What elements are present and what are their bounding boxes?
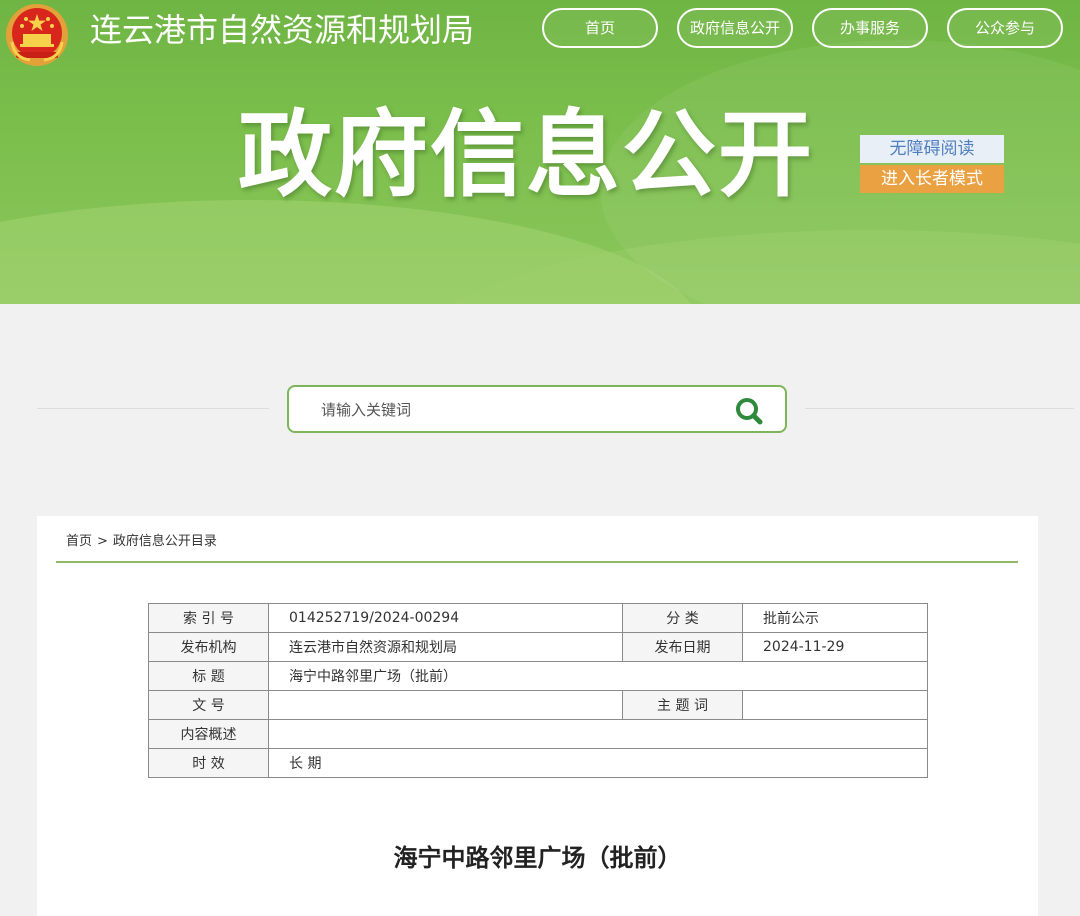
index-number-label: 索 引 号: [148, 603, 269, 633]
title-label: 标 题: [148, 661, 269, 691]
category-label: 分 类: [622, 603, 743, 633]
keywords-value: [742, 690, 928, 720]
site-name: 连云港市自然资源和规划局: [90, 11, 475, 49]
summary-label: 内容概述: [148, 719, 269, 749]
search-section: [2, 304, 1074, 514]
search-box: [287, 385, 787, 433]
document-number-label: 文 号: [148, 690, 269, 720]
publisher-label: 发布机构: [148, 632, 269, 662]
publish-date-value: 2024-11-29: [742, 632, 928, 662]
divider: [56, 561, 1018, 563]
publisher-value: 连云港市自然资源和规划局: [268, 632, 623, 662]
national-emblem-icon: [6, 4, 68, 66]
publish-date-label: 发布日期: [622, 632, 743, 662]
table-row: 时 效 长 期: [148, 748, 928, 778]
breadcrumb-home-link[interactable]: 首页: [66, 534, 92, 549]
nav-gov-info-button[interactable]: 政府信息公开: [677, 8, 793, 48]
metadata-table: 索 引 号 014252719/2024-00294 分 类 批前公示 发布机构…: [148, 603, 928, 778]
document-number-value: [268, 690, 623, 720]
breadcrumb-separator: >: [97, 534, 108, 549]
table-row: 标 题 海宁中路邻里广场（批前）: [148, 661, 928, 691]
table-row: 内容概述: [148, 719, 928, 749]
keywords-label: 主 题 词: [622, 690, 743, 720]
content-panel: 首页 > 政府信息公开目录 索 引 号 014252719/2024-00294 分…: [37, 516, 1038, 916]
page-title: 政府信息公开: [238, 101, 815, 210]
validity-value: 长 期: [268, 748, 928, 778]
divider: [805, 408, 1074, 409]
title-value: 海宁中路邻里广场（批前）: [268, 661, 928, 691]
search-input[interactable]: [319, 395, 723, 425]
validity-label: 时 效: [148, 748, 269, 778]
accessibility-button[interactable]: 无障碍阅读: [860, 135, 1004, 163]
breadcrumb: 首页 > 政府信息公开目录: [66, 532, 217, 552]
site-header: 连云港市自然资源和规划局 首页 政府信息公开 办事服务 公众参与 政府信息公开 …: [0, 0, 1080, 304]
breadcrumb-current-link[interactable]: 政府信息公开目录: [113, 534, 217, 549]
table-row: 发布机构 连云港市自然资源和规划局 发布日期 2024-11-29: [148, 632, 928, 662]
document-title: 海宁中路邻里广场（批前）: [393, 844, 682, 872]
elder-mode-button[interactable]: 进入长者模式: [860, 165, 1004, 193]
nav-home-button[interactable]: 首页: [542, 8, 658, 48]
category-value: 批前公示: [742, 603, 928, 633]
nav-public-participation-button[interactable]: 公众参与: [947, 8, 1063, 48]
table-row: 索 引 号 014252719/2024-00294 分 类 批前公示: [148, 603, 928, 633]
nav-services-button[interactable]: 办事服务: [812, 8, 928, 48]
summary-value: [268, 719, 928, 749]
index-number-value: 014252719/2024-00294: [268, 603, 623, 633]
divider: [37, 408, 269, 409]
search-icon[interactable]: [733, 395, 765, 427]
table-row: 文 号 主 题 词: [148, 690, 928, 720]
